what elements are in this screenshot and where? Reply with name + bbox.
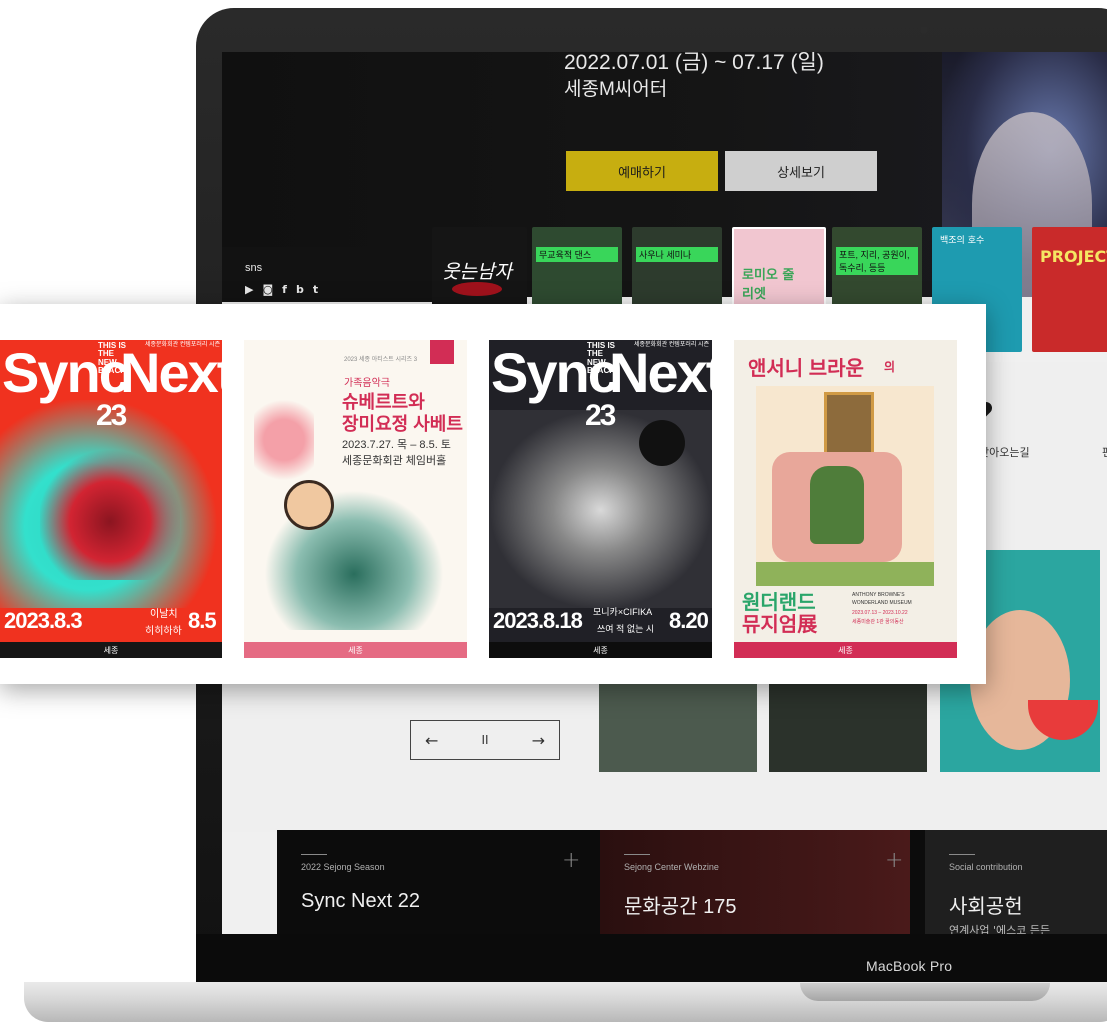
cut-off-label: 편	[1102, 444, 1107, 460]
camera-icon	[920, 26, 928, 34]
poster-headline-right: Next	[120, 341, 222, 404]
poster-headline-right: Next	[609, 341, 712, 404]
card-title: 문화공간 175	[624, 896, 737, 918]
reserve-button[interactable]: 예매하기	[566, 151, 718, 191]
poster-venue: 세종문화회관 체임버홀	[342, 455, 447, 467]
poster-org: 세종문화회관 컨템포러리 시즌	[634, 342, 710, 348]
slider-controls: ← II →	[410, 720, 560, 760]
poster-gorilla-graphic	[810, 466, 864, 544]
poster-portrait-frame	[824, 392, 874, 456]
slider-next-button[interactable]: →	[532, 731, 545, 750]
card-category: Social contribution	[949, 862, 1023, 872]
card-title: 사회공헌	[949, 896, 1023, 918]
poster-footer: 세종	[244, 642, 467, 658]
sns-icon-group: ▶ ◙ f b t	[245, 284, 318, 296]
poster-artist-2: 쓰여 적 없는 시	[597, 624, 655, 634]
plus-icon[interactable]: +	[885, 848, 903, 873]
slider-pause-button[interactable]: II	[481, 733, 488, 747]
poster-thumbnail[interactable]	[599, 672, 757, 772]
poster-dates: 2023.07.13 – 2023.10.22	[852, 610, 908, 616]
poster-tagline: THIS IS THE NEW BLACK	[98, 341, 127, 376]
poster-sync-next-a[interactable]: Sync Next THIS IS THE NEW BLACK 23 세종문화회…	[0, 340, 222, 658]
sns-title: sns	[245, 262, 263, 274]
card-divider	[301, 854, 327, 855]
instagram-icon[interactable]: ◙	[262, 284, 273, 296]
poster-artist-1: 모니카×CIFIKA	[593, 607, 653, 617]
facebook-icon[interactable]: f	[282, 284, 287, 296]
laptop-hinge-notch	[800, 983, 1050, 1001]
hero-venue: 세종M씨어터	[564, 79, 668, 100]
thumbnail-title: 백조의 호수	[940, 236, 985, 246]
poster-coral-graphic	[40, 450, 180, 580]
poster-title-1: 앤서니 브라운	[748, 358, 864, 380]
poster-date: 2023.7.27. 목 – 8.5. 토	[342, 439, 451, 451]
hero-date: 2022.07.01 (금) ~ 07.17 (일)	[564, 52, 824, 74]
poster-date-right: 8.5	[188, 608, 217, 633]
thumbnail-title: 무교육적 댄스	[536, 247, 618, 262]
thumbnail-title: 포트, 지리, 공원이, 독수리, 등등	[836, 247, 918, 275]
thumbnail-title: 웃는남자	[442, 261, 512, 283]
card-title: Sync Next 22	[301, 890, 420, 912]
poster-venue: 세종미술관 1관 꿈의동산	[852, 619, 904, 625]
poster-title-suffix: 의	[884, 360, 896, 374]
slider-prev-button[interactable]: ←	[425, 731, 438, 750]
poster-title-2: 장미요정 사베트	[342, 414, 463, 434]
poster-dancer-head-graphic	[639, 420, 685, 466]
device-brand-label: MacBook Pro	[866, 958, 953, 974]
card-category: 2022 Sejong Season	[301, 862, 385, 872]
thumbnail-title: 로미오 줄리엣	[742, 268, 795, 302]
detail-button[interactable]: 상세보기	[725, 151, 877, 191]
poster-artist-1: 이날치	[150, 609, 178, 620]
poster-tagline: THIS IS THE NEW BLACK	[587, 341, 616, 376]
card-divider	[624, 854, 650, 855]
info-card[interactable]: Sejong Center Webzine 문화공간 175 +	[600, 830, 910, 934]
thumbnail-title: PROJECT	[1040, 247, 1107, 266]
poster-en-title-1: ANTHONY BROWNE'S	[852, 592, 905, 598]
card-divider	[949, 854, 975, 855]
youtube-icon[interactable]: ▶	[245, 284, 253, 296]
poster-conductor-graphic	[284, 480, 334, 530]
poster-schubert[interactable]: 2023 세종 아티스트 시리즈 3 가족음악극 슈베르트와 장미요정 사베트 …	[244, 340, 467, 658]
poster-anthony-browne[interactable]: 앤서니 브라운 의 원더랜드 뮤지엄展 ANTHONY BROWNE'S WON…	[734, 340, 957, 658]
poster-date-right: 8.20	[669, 608, 709, 633]
poster-floor-graphic	[756, 562, 934, 586]
sns-section: sns ▶ ◙ f b t	[222, 247, 432, 302]
directions-link[interactable]: 찾아오는길	[979, 444, 1030, 460]
poster-org: 세종문화회관 컨템포러리 시즌	[145, 342, 221, 348]
poster-number: 23	[585, 399, 616, 432]
poster-date-left: 2023.8.3	[4, 608, 83, 633]
poster-footer: 세종	[489, 642, 712, 658]
poster-top-note: 2023 세종 아티스트 시리즈 3	[344, 357, 418, 363]
plus-icon[interactable]: +	[562, 848, 580, 873]
poster-thumbnail[interactable]	[769, 672, 927, 772]
poster-sync-next-b[interactable]: Sync Next THIS IS THE NEW BLACK 23 세종문화회…	[489, 340, 712, 658]
poster-footer: 세종	[0, 642, 222, 658]
blog-icon[interactable]: b	[296, 284, 304, 296]
poster-footer: 세종	[734, 642, 957, 658]
card-category: Sejong Center Webzine	[624, 862, 719, 872]
red-lips-graphic	[452, 282, 502, 296]
poster-title-3: 뮤지엄展	[742, 614, 818, 636]
thumbnail-item[interactable]: PROJECT	[1032, 227, 1107, 352]
thumbnail-title: 사우나 세미나	[636, 247, 718, 262]
featured-posters-panel: Sync Next THIS IS THE NEW BLACK 23 세종문화회…	[0, 304, 986, 684]
poster-number: 23	[96, 399, 127, 432]
poster-kicker: 가족음악극	[344, 378, 390, 389]
twitter-icon[interactable]: t	[313, 284, 318, 296]
poster-corner-tag	[430, 340, 454, 364]
poster-artist-2: 히히하하	[145, 626, 182, 637]
info-card[interactable]: 2022 Sejong Season Sync Next 22 +	[277, 830, 587, 934]
info-card[interactable]: Social contribution 사회공헌 연계사업 '에스코 든든	[925, 830, 1107, 934]
card-subtitle: 연계사업 '에스코 든든	[949, 924, 1051, 934]
poster-date-left: 2023.8.18	[493, 608, 583, 633]
poster-en-title-2: WONDERLAND MUSEUM	[852, 600, 912, 606]
